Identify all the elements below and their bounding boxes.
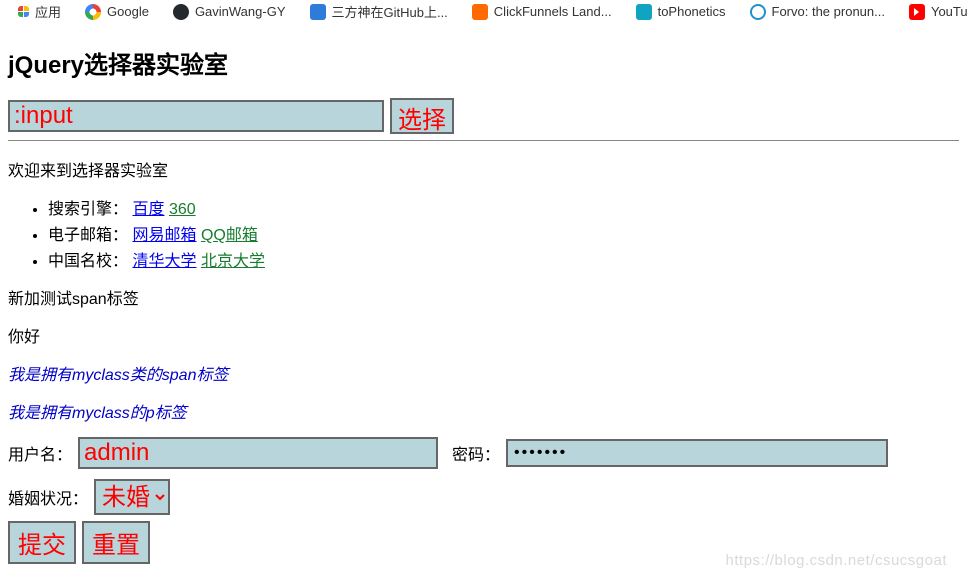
new-span-text: 新加测试span标签 (8, 285, 959, 309)
list-label: 中国名校： (48, 253, 128, 270)
bookmark-google[interactable]: Google (85, 4, 149, 20)
select-button[interactable]: 选择 (390, 98, 454, 134)
username-label: 用户名： (8, 441, 72, 465)
bookmark-sanfang[interactable]: 三方神在GitHub上... (310, 2, 448, 21)
user-row: 用户名： 密码： (8, 437, 959, 469)
divider (8, 140, 959, 141)
bookmark-bar: 应用 Google GavinWang-GY 三方神在GitHub上... Cl… (0, 0, 967, 27)
list-item: 电子邮箱： 网易邮箱 QQ邮箱 (48, 221, 959, 245)
marital-label: 婚姻状况： (8, 485, 88, 509)
clickfunnels-icon (472, 4, 488, 20)
youtube-icon (909, 4, 925, 20)
marital-select[interactable]: 未婚 (94, 479, 170, 515)
bookmark-tophonetics[interactable]: toPhonetics (636, 4, 726, 20)
google-icon (85, 4, 101, 20)
link-qqmail[interactable]: QQ邮箱 (201, 227, 258, 244)
bookmark-github[interactable]: GavinWang-GY (173, 4, 286, 20)
hello-text: 你好 (8, 323, 959, 347)
bookmark-youtube[interactable]: YouTube Down... (909, 4, 967, 20)
username-input[interactable] (78, 437, 438, 469)
link-list: 搜索引擎： 百度 360 电子邮箱： 网易邮箱 QQ邮箱 中国名校： 清华大学 … (8, 195, 959, 271)
welcome-text: 欢迎来到选择器实验室 (8, 157, 959, 181)
button-row: 提交 重置 (8, 521, 959, 564)
apps-icon (18, 6, 29, 17)
forvo-icon (750, 4, 766, 20)
link-tsinghua[interactable]: 清华大学 (132, 253, 196, 270)
myclass-p-text: 我是拥有myclass的p标签 (8, 399, 959, 423)
bookmark-forvo[interactable]: Forvo: the pronun... (750, 4, 885, 20)
list-label: 电子邮箱： (48, 227, 128, 244)
submit-button[interactable]: 提交 (8, 521, 76, 564)
list-label: 搜索引擎： (48, 201, 128, 218)
selector-row: 选择 (8, 98, 959, 134)
selector-input[interactable] (8, 100, 384, 132)
password-input[interactable] (506, 439, 888, 467)
link-360[interactable]: 360 (169, 201, 196, 218)
bookmark-clickfunnels[interactable]: ClickFunnels Land... (472, 4, 612, 20)
bookmark-apps[interactable]: 应用 (18, 2, 61, 21)
list-item: 中国名校： 清华大学 北京大学 (48, 247, 959, 271)
link-baidu[interactable]: 百度 (132, 201, 164, 218)
page-title: jQuery选择器实验室 (8, 45, 959, 80)
reset-button[interactable]: 重置 (82, 521, 150, 564)
link-163mail[interactable]: 网易邮箱 (132, 227, 196, 244)
link-pku[interactable]: 北京大学 (201, 253, 265, 270)
github-icon (173, 4, 189, 20)
blue-square-icon (310, 4, 326, 20)
page-content: jQuery选择器实验室 选择 欢迎来到选择器实验室 搜索引擎： 百度 360 … (0, 45, 967, 584)
tophonetics-icon (636, 4, 652, 20)
password-label: 密码： (452, 441, 500, 465)
myclass-span-text: 我是拥有myclass类的span标签 (8, 361, 959, 385)
list-item: 搜索引擎： 百度 360 (48, 195, 959, 219)
marital-row: 婚姻状况： 未婚 (8, 479, 959, 515)
